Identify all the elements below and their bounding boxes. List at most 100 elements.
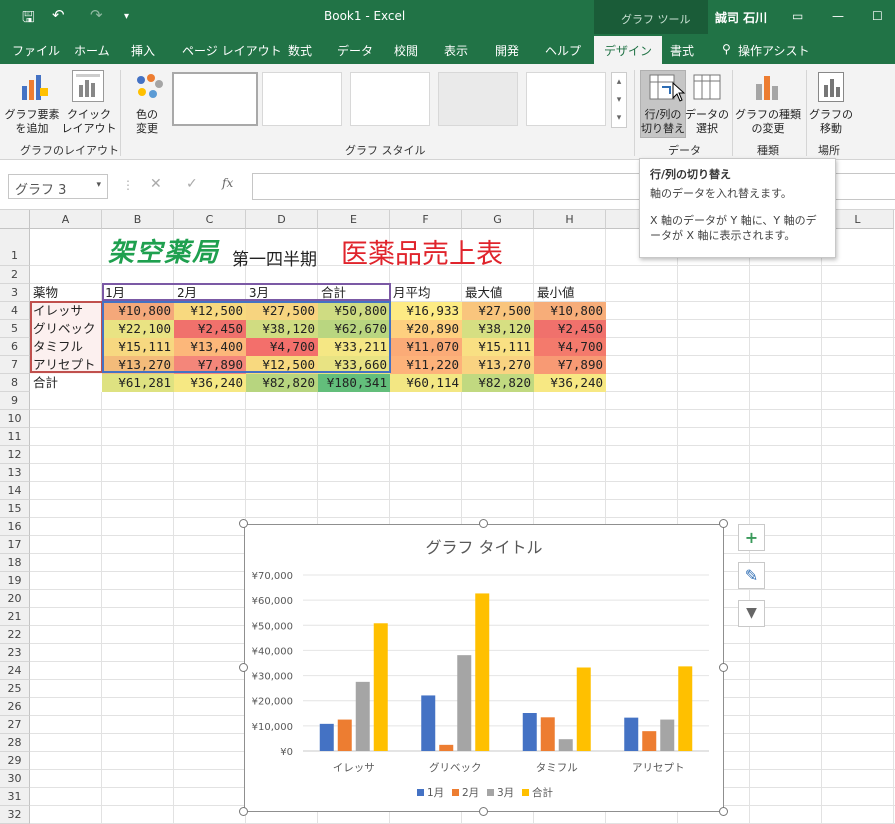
header-cell[interactable]: 最小値 [534,284,606,302]
cancel-icon[interactable]: ✕ [150,176,162,192]
add-chart-element-button[interactable]: グラフ要素 を追加 [4,108,60,136]
chart-style-3[interactable] [350,72,430,126]
row-header-4[interactable]: 4 [0,302,30,320]
column-header-f[interactable]: F [390,210,462,229]
row-header-14[interactable]: 14 [0,482,30,500]
value-cell[interactable]: ¥7,890 [534,356,606,374]
resize-handle-b[interactable] [479,807,488,816]
row-header-15[interactable]: 15 [0,500,30,518]
chart-style-1[interactable] [172,72,258,126]
select-all-corner[interactable] [0,210,30,229]
chevron-down-icon[interactable]: ▾ [96,180,101,190]
column-header-e[interactable]: E [318,210,390,229]
row-header-3[interactable]: 3 [0,284,30,302]
tab-view[interactable]: 表示 [444,42,468,59]
column-header-c[interactable]: C [174,210,246,229]
value-cell[interactable]: ¥36,240 [534,374,606,392]
header-cell[interactable]: 薬物 [30,284,102,302]
row-header-2[interactable]: 2 [0,266,30,284]
row-header-31[interactable]: 31 [0,788,30,806]
row-header-16[interactable]: 16 [0,518,30,536]
value-cell[interactable]: ¥82,820 [462,374,534,392]
chart-style-4[interactable] [438,72,518,126]
user-name[interactable]: 誠司 石川 [715,9,767,26]
value-cell[interactable]: ¥4,700 [534,338,606,356]
undo-icon[interactable]: ↶ [52,6,65,24]
row-header-1[interactable]: 1 [0,229,30,266]
header-cell[interactable]: 最大値 [462,284,534,302]
switch-row-column-button[interactable]: 行/列の 切り替え [638,108,688,136]
row-header-18[interactable]: 18 [0,554,30,572]
quick-layout-button[interactable]: クイック レイアウト [60,108,118,136]
row-header-7[interactable]: 7 [0,356,30,374]
row-header-12[interactable]: 12 [0,446,30,464]
value-cell[interactable]: ¥15,111 [462,338,534,356]
value-cell[interactable]: ¥36,240 [174,374,246,392]
row-header-25[interactable]: 25 [0,680,30,698]
value-cell[interactable]: ¥11,070 [390,338,462,356]
resize-handle-tr[interactable] [719,519,728,528]
value-cell[interactable]: ¥11,220 [390,356,462,374]
chart[interactable]: グラフ タイトル ¥0 ¥10,000 ¥20,000 ¥30,000 ¥40,000 ¥5… [244,524,724,812]
tab-insert[interactable]: 挿入 [131,42,155,59]
save-icon[interactable]: 🖫 [22,7,35,32]
value-cell[interactable]: ¥27,500 [462,302,534,320]
tab-help[interactable]: ヘルプ [545,42,581,59]
resize-handle-br[interactable] [719,807,728,816]
row-header-24[interactable]: 24 [0,662,30,680]
resize-handle-bl[interactable] [239,807,248,816]
row-header-21[interactable]: 21 [0,608,30,626]
row-header-6[interactable]: 6 [0,338,30,356]
row-header-5[interactable]: 5 [0,320,30,338]
value-cell[interactable]: ¥2,450 [534,320,606,338]
column-header-a[interactable]: A [30,210,102,229]
change-colors-button[interactable]: 色の 変更 [124,108,170,136]
column-header-g[interactable]: G [462,210,534,229]
move-chart-button[interactable]: グラフの 移動 [808,108,854,136]
row-header-9[interactable]: 9 [0,392,30,410]
value-cell[interactable]: ¥61,281 [102,374,174,392]
chart-styles-brush-icon[interactable]: ✎ [738,562,765,589]
name-box[interactable]: グラフ 3 ▾ [8,174,108,199]
row-header-22[interactable]: 22 [0,626,30,644]
restore-icon[interactable]: ☐ [872,9,883,23]
tab-home[interactable]: ホーム [74,42,110,59]
row-header-23[interactable]: 23 [0,644,30,662]
column-header-h[interactable]: H [534,210,606,229]
styles-scroll[interactable]: ▴ ▾ ▾ [611,72,627,128]
minimize-icon[interactable]: — [832,9,844,23]
value-cell[interactable]: ¥82,820 [246,374,318,392]
row-header-30[interactable]: 30 [0,770,30,788]
tab-formulas[interactable]: 数式 [288,42,312,59]
row-header-8[interactable]: 8 [0,374,30,392]
redo-icon[interactable]: ↷ [90,6,103,24]
row-header-10[interactable]: 10 [0,410,30,428]
value-cell[interactable]: ¥13,270 [462,356,534,374]
row-header-26[interactable]: 26 [0,698,30,716]
value-cell[interactable]: ¥10,800 [534,302,606,320]
tab-data[interactable]: データ [337,42,373,59]
change-chart-type-button[interactable]: グラフの種類 の変更 [734,108,802,136]
tab-format[interactable]: 書式 [670,42,694,59]
row-header-20[interactable]: 20 [0,590,30,608]
resize-handle-l[interactable] [239,663,248,672]
header-cell[interactable]: 月平均 [390,284,462,302]
value-cell[interactable]: ¥60,114 [390,374,462,392]
value-cell[interactable]: ¥38,120 [462,320,534,338]
enter-icon[interactable]: ✓ [186,176,198,192]
tab-file[interactable]: ファイル [12,42,60,59]
tab-developer[interactable]: 開発 [495,42,519,59]
tell-me-search[interactable]: 操作アシスト [738,42,810,59]
row-header-29[interactable]: 29 [0,752,30,770]
row-header-17[interactable]: 17 [0,536,30,554]
row-header-13[interactable]: 13 [0,464,30,482]
tab-page-layout[interactable]: ページ レイアウト [182,42,282,59]
chart-elements-plus-icon[interactable]: + [738,524,765,551]
resize-handle-tl[interactable] [239,519,248,528]
row-label-cell[interactable]: 合計 [30,374,102,392]
row-header-32[interactable]: 32 [0,806,30,824]
tab-review[interactable]: 校閲 [394,42,418,59]
value-cell[interactable]: ¥20,890 [390,320,462,338]
row-header-28[interactable]: 28 [0,734,30,752]
column-header-b[interactable]: B [102,210,174,229]
